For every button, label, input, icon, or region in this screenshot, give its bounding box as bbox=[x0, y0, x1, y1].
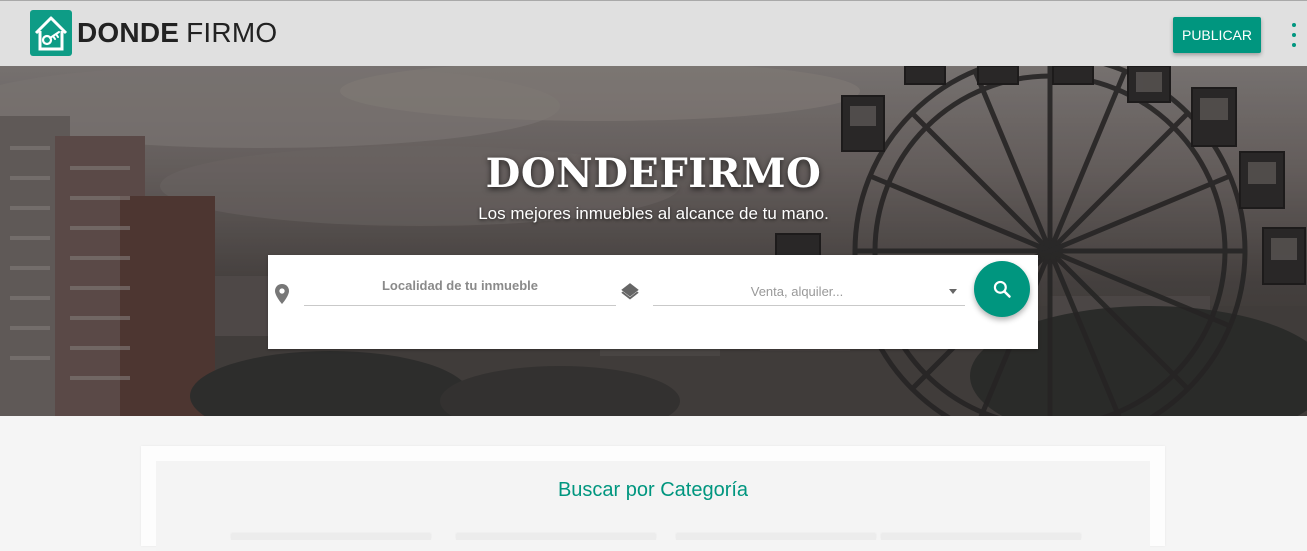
brand-name: DONDE FIRMO bbox=[77, 10, 277, 56]
location-field[interactable] bbox=[304, 271, 616, 306]
location-pin-icon bbox=[274, 283, 290, 310]
search-icon bbox=[993, 280, 1011, 298]
dropdown-caret-icon bbox=[949, 289, 957, 294]
operation-type-select[interactable]: Venta, alquiler... bbox=[653, 279, 965, 306]
brand-name-light: FIRMO bbox=[186, 17, 278, 48]
category-card[interactable] bbox=[456, 534, 656, 540]
search-form: Venta, alquiler... bbox=[268, 255, 1038, 349]
hero-title: DONDEFIRMO bbox=[485, 150, 822, 197]
hero-overlay bbox=[0, 66, 1307, 416]
brand-name-bold: DONDE bbox=[77, 17, 180, 48]
top-app-bar: DONDE FIRMO PUBLICAR bbox=[0, 0, 1307, 66]
more-vert-icon[interactable] bbox=[1284, 23, 1304, 47]
category-title: Buscar por Categoría bbox=[557, 479, 749, 501]
house-key-logo-icon bbox=[30, 10, 72, 56]
search-button[interactable] bbox=[974, 261, 1030, 317]
category-card[interactable] bbox=[881, 534, 1081, 540]
publish-button[interactable]: PUBLICAR bbox=[1173, 17, 1261, 53]
category-card[interactable] bbox=[231, 534, 431, 540]
category-section: Buscar por Categoría bbox=[156, 461, 1150, 551]
category-card[interactable] bbox=[676, 534, 876, 540]
logo-link[interactable]: DONDE FIRMO bbox=[30, 10, 277, 56]
location-input[interactable] bbox=[304, 271, 616, 299]
hero-subtitle: Los mejores inmuebles al alcance de tu m… bbox=[478, 204, 829, 223]
operation-type-value: Venta, alquiler... bbox=[750, 284, 844, 299]
layers-icon bbox=[619, 282, 641, 309]
hero-banner: DONDEFIRMO Los mejores inmuebles al alca… bbox=[0, 66, 1307, 416]
